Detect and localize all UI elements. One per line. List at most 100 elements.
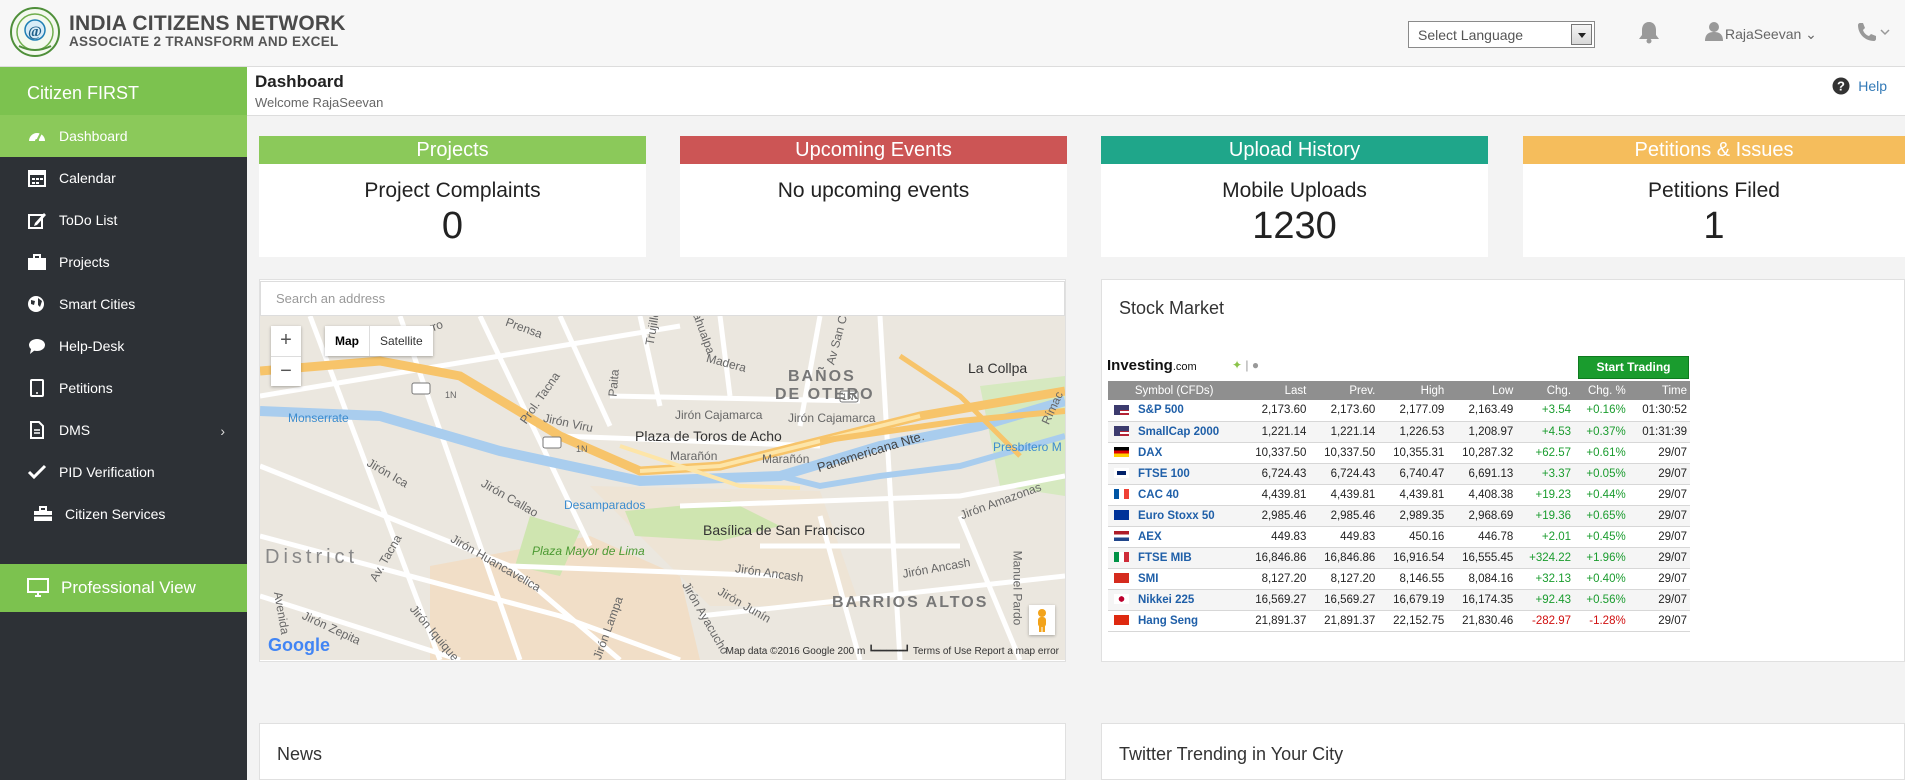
sidebar-item-projects[interactable]: Projects bbox=[0, 241, 247, 283]
user-icon[interactable] bbox=[1705, 21, 1723, 41]
symbol-link[interactable]: DAX bbox=[1134, 442, 1241, 464]
table-row[interactable]: S&P 500 2,173.60 2,173.60 2,177.09 2,163.49 +… bbox=[1108, 400, 1690, 422]
change-percent: -1.28% bbox=[1574, 610, 1629, 632]
sidebar-item-petitions[interactable]: Petitions bbox=[0, 367, 247, 409]
sidebar-item-help-desk[interactable]: Help-Desk bbox=[0, 325, 247, 367]
sidebar-item-citizen-services[interactable]: Citizen Services bbox=[0, 493, 247, 535]
twitter-title: Twitter Trending in Your City bbox=[1119, 744, 1344, 764]
time-value: 29/07 bbox=[1628, 589, 1690, 611]
prev-value: 6,724.43 bbox=[1309, 463, 1379, 485]
low-value: 4,408.38 bbox=[1447, 484, 1517, 506]
tablet-icon bbox=[30, 379, 44, 397]
android-icon[interactable]: ✦ bbox=[1232, 358, 1242, 372]
phone-icon[interactable] bbox=[1855, 22, 1891, 42]
map-type-map-button[interactable]: Map bbox=[325, 326, 369, 356]
professional-view-button[interactable]: Professional View bbox=[0, 564, 247, 612]
pegman-icon[interactable] bbox=[1029, 605, 1055, 635]
welcome-text: Welcome RajaSeevan bbox=[255, 95, 384, 110]
card-upcoming-events[interactable]: Upcoming Events No upcoming events bbox=[680, 136, 1067, 257]
sidebar-item-pid-verification[interactable]: PID Verification bbox=[0, 451, 247, 493]
card-label: Mobile Uploads bbox=[1222, 179, 1367, 202]
table-row[interactable]: CAC 40 4,439.81 4,439.81 4,439.81 4,408.38 +1… bbox=[1108, 484, 1690, 506]
change-value: +3.54 bbox=[1516, 400, 1575, 422]
symbol-link[interactable]: Euro Stoxx 50 bbox=[1134, 505, 1241, 527]
sidebar-item-todo-list[interactable]: ToDo List bbox=[0, 199, 247, 241]
symbol-link[interactable]: SmallCap 2000 bbox=[1134, 421, 1241, 443]
chevron-right-icon[interactable]: › bbox=[220, 423, 225, 439]
user-menu[interactable]: RajaSeevan ⌄ bbox=[1725, 26, 1817, 43]
map-label: District bbox=[265, 546, 359, 568]
sidebar-item-calendar[interactable]: Calendar bbox=[0, 157, 247, 199]
flag-cell bbox=[1108, 526, 1134, 548]
change-value: -282.97 bbox=[1516, 610, 1575, 632]
table-row[interactable]: SMI 8,127.20 8,127.20 8,146.55 8,084.16 +32.1… bbox=[1108, 568, 1690, 590]
table-row[interactable]: FTSE 100 6,724.43 6,724.43 6,740.47 6,691.13… bbox=[1108, 463, 1690, 485]
symbol-link[interactable]: Hang Seng bbox=[1134, 610, 1241, 632]
symbol-link[interactable]: FTSE MIB bbox=[1134, 547, 1241, 569]
table-row[interactable]: AEX 449.83 449.83 450.16 446.78 +2.01 +0.45% 29… bbox=[1108, 526, 1690, 548]
table-row[interactable]: Hang Seng 21,891.37 21,891.37 22,152.75 21,8… bbox=[1108, 610, 1690, 632]
help-link[interactable]: ? Help bbox=[1832, 77, 1887, 95]
column-header: Low bbox=[1447, 381, 1517, 400]
map-attribution[interactable]: Map data ©2016 Google 200 m ┗━━━━━┛ Term… bbox=[726, 646, 1059, 657]
dropdown-arrow-icon[interactable] bbox=[1571, 24, 1592, 45]
app-icons[interactable]: ✦ | ● bbox=[1232, 358, 1259, 372]
column-header: Last bbox=[1240, 381, 1310, 400]
check-icon bbox=[27, 464, 47, 480]
stock-market-title: Stock Market bbox=[1119, 298, 1225, 318]
prev-value: 2,985.46 bbox=[1309, 505, 1379, 527]
sidebar-item-smart-cities[interactable]: Smart Cities bbox=[0, 283, 247, 325]
symbol-link[interactable]: FTSE 100 bbox=[1134, 463, 1241, 485]
zoom-out-button[interactable]: − bbox=[271, 356, 301, 386]
low-value: 8,084.16 bbox=[1447, 568, 1517, 590]
start-trading-button[interactable]: Start Trading bbox=[1578, 356, 1689, 379]
flag-de-icon bbox=[1113, 447, 1129, 458]
symbol-link[interactable]: SMI bbox=[1134, 568, 1241, 590]
change-value: +324.22 bbox=[1516, 547, 1575, 569]
bell-icon[interactable] bbox=[1638, 20, 1660, 44]
toolbox-icon bbox=[34, 506, 52, 521]
symbol-link[interactable]: CAC 40 bbox=[1134, 484, 1241, 506]
prev-value: 2,173.60 bbox=[1309, 400, 1379, 422]
card-upload-history[interactable]: Upload History Mobile Uploads 1230 bbox=[1101, 136, 1488, 257]
table-row[interactable]: Nikkei 225 16,569.27 16,569.27 16,679.19 16,… bbox=[1108, 589, 1690, 611]
column-header: Prev. bbox=[1309, 381, 1379, 400]
table-row[interactable]: SmallCap 2000 1,221.14 1,221.14 1,226.53 1,2… bbox=[1108, 421, 1690, 443]
low-value: 10,287.32 bbox=[1447, 442, 1517, 464]
last-value: 6,724.43 bbox=[1240, 463, 1310, 485]
symbol-link[interactable]: Nikkei 225 bbox=[1134, 589, 1241, 611]
card-label: No upcoming events bbox=[777, 179, 970, 202]
card-header: Upcoming Events bbox=[680, 136, 1067, 164]
high-value: 16,679.19 bbox=[1378, 589, 1448, 611]
last-value: 449.83 bbox=[1240, 526, 1310, 548]
sidebar-item-dashboard[interactable]: Dashboard bbox=[0, 115, 247, 157]
map-view[interactable]: 1N 1N 1N Jr. Pizarro Prensa Trujillo Ata… bbox=[260, 316, 1065, 660]
card-petitions-issues[interactable]: Petitions & Issues Petitions Filed 1 bbox=[1523, 136, 1905, 257]
table-row[interactable]: DAX 10,337.50 10,337.50 10,355.31 10,287.32 +… bbox=[1108, 442, 1690, 464]
map-type-satellite-button[interactable]: Satellite bbox=[369, 326, 433, 356]
table-row[interactable]: Euro Stoxx 50 2,985.46 2,985.46 2,989.35 2,9… bbox=[1108, 505, 1690, 527]
zoom-in-button[interactable]: + bbox=[271, 326, 301, 356]
card-header: Upload History bbox=[1101, 136, 1488, 164]
low-value: 21,830.46 bbox=[1447, 610, 1517, 632]
question-circle-icon: ? bbox=[1832, 77, 1850, 95]
language-select[interactable]: Select Language bbox=[1408, 21, 1595, 48]
investing-logo[interactable]: Investing.com bbox=[1107, 357, 1197, 374]
professional-view-label: Professional View bbox=[61, 578, 196, 597]
last-value: 2,985.46 bbox=[1240, 505, 1310, 527]
table-row[interactable]: FTSE MIB 16,846.86 16,846.86 16,916.54 16,55… bbox=[1108, 547, 1690, 569]
card-projects[interactable]: Projects Project Complaints 0 bbox=[259, 136, 646, 257]
symbol-link[interactable]: AEX bbox=[1134, 526, 1241, 548]
flag-cell bbox=[1108, 610, 1134, 632]
card-label: Petitions Filed bbox=[1648, 179, 1780, 202]
address-search-input[interactable]: Search an address bbox=[260, 281, 1065, 316]
column-header: Symbol (CFDs) bbox=[1108, 381, 1241, 400]
sidebar-item-dms[interactable]: DMS › bbox=[0, 409, 247, 451]
map-label: Plaza Mayor de Lima bbox=[532, 544, 645, 558]
symbol-link[interactable]: S&P 500 bbox=[1134, 400, 1241, 422]
sidebar-item-label: Help-Desk bbox=[59, 338, 125, 354]
apple-icon[interactable]: ● bbox=[1252, 358, 1259, 372]
sidebar-brand[interactable]: Citizen FIRST bbox=[0, 67, 247, 115]
edit-icon bbox=[28, 213, 46, 229]
time-value: 29/07 bbox=[1628, 442, 1690, 464]
